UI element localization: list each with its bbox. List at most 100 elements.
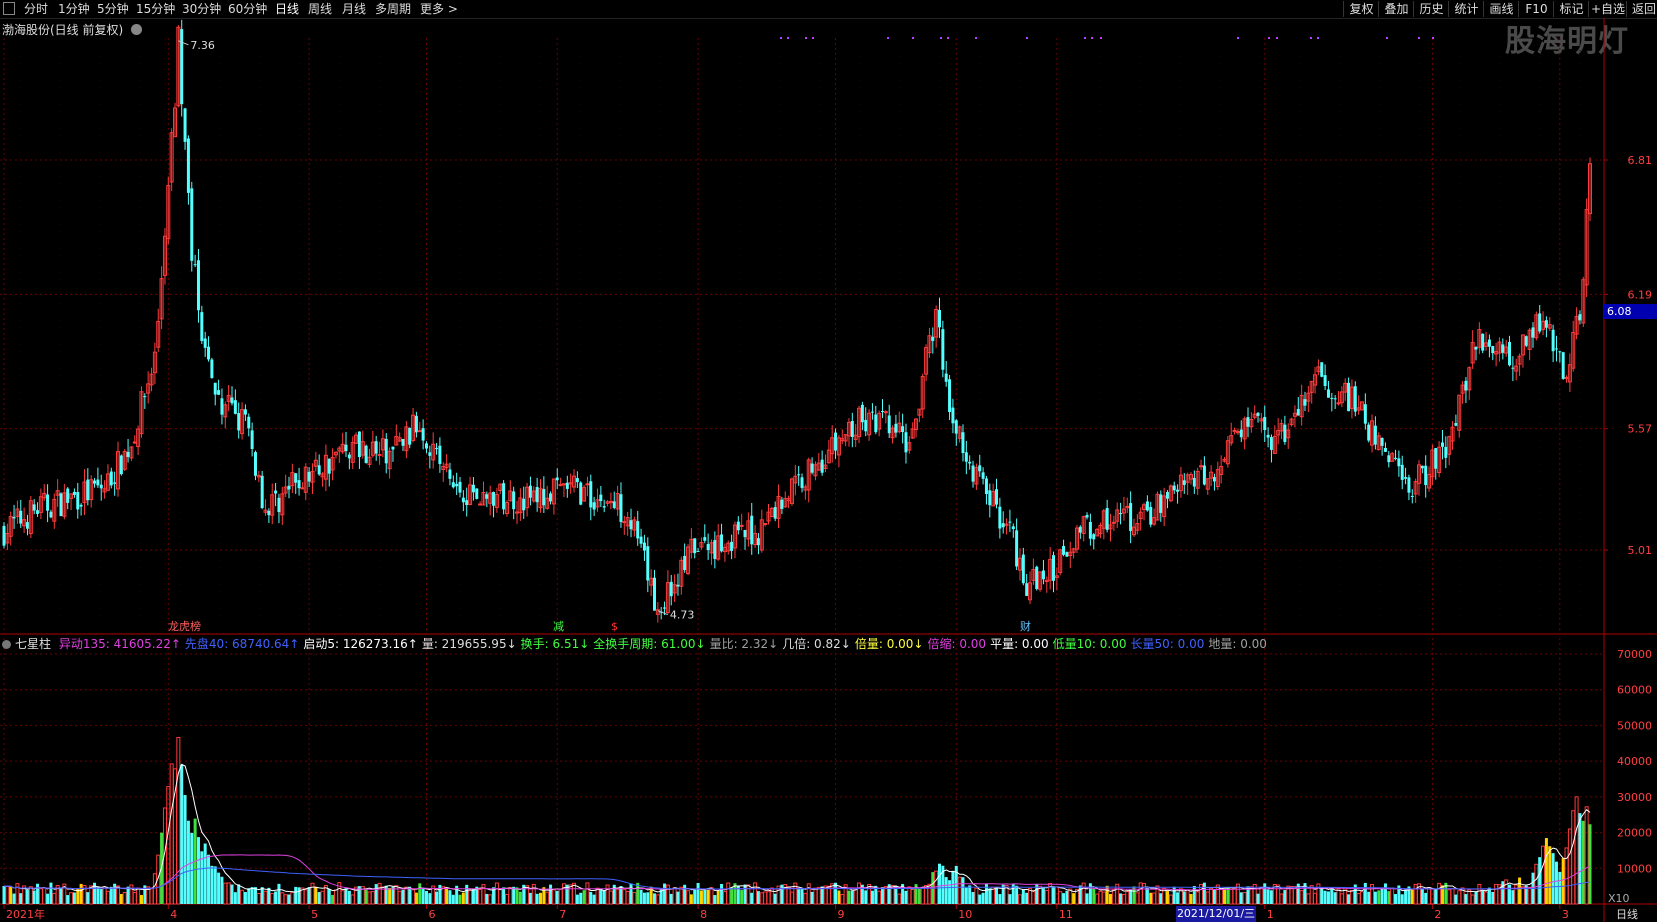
date-axis-label: 8 xyxy=(700,908,707,921)
volume-bar xyxy=(1359,891,1364,905)
volume-bar xyxy=(870,890,874,904)
volume-bar xyxy=(1410,889,1414,904)
volume-bar xyxy=(1192,886,1196,904)
volume-bar xyxy=(746,884,751,905)
candle-body-down xyxy=(642,542,646,551)
candle-body-down xyxy=(619,494,623,522)
volume-bar xyxy=(173,768,178,905)
volume-bar xyxy=(961,877,965,904)
volume-bar xyxy=(881,887,885,904)
candle-body-down xyxy=(964,452,968,462)
candle-body-down xyxy=(938,309,942,328)
indicator-header: 七星柱 异动135: 41605.22↑ 先盘40: 68740.64↑ 启动5: … xyxy=(0,636,1275,652)
volume-bar xyxy=(250,887,254,904)
volume-unit-label: X10 xyxy=(1608,892,1630,905)
candle-body-down xyxy=(1531,327,1535,338)
candlestick-chart[interactable]: 6.81 6.19 5.57 5.01 70000 60000 50000 40000 3000… xyxy=(0,0,1657,922)
candle-body-down xyxy=(1434,448,1438,469)
candle-body-down xyxy=(59,493,63,517)
volume-bar xyxy=(1242,892,1247,905)
volume-bar xyxy=(789,891,794,905)
candle-body-down xyxy=(1508,341,1512,366)
candle-body-down xyxy=(36,510,40,514)
candle-body-down xyxy=(414,415,418,433)
volume-bar xyxy=(1168,894,1173,905)
candle-body-down xyxy=(485,494,489,499)
indicator-toggle-icon[interactable] xyxy=(2,640,11,649)
candle-body-down xyxy=(327,458,331,474)
volume-bar xyxy=(716,891,720,904)
date-axis-label: 9 xyxy=(838,908,845,921)
volume-bar xyxy=(810,891,814,904)
volume-bar xyxy=(320,890,325,905)
volume-bar xyxy=(105,890,110,905)
volume-bar xyxy=(1239,892,1243,904)
candle-body-down xyxy=(180,29,184,105)
indicator-name[interactable]: 七星柱 xyxy=(15,637,51,651)
volume-bar xyxy=(404,886,409,905)
candle-body-down xyxy=(1052,555,1056,581)
volume-bar xyxy=(9,886,13,904)
candle-body-up xyxy=(1564,376,1569,379)
candle-body-down xyxy=(1182,480,1186,485)
volume-bar xyxy=(639,889,643,904)
event-marker-3: 财 xyxy=(1020,619,1031,633)
candle-body-down xyxy=(1440,442,1444,447)
volume-bar xyxy=(1068,888,1073,905)
candle-body-down xyxy=(1474,346,1478,350)
candle-body-down xyxy=(968,461,972,464)
candle-body-down xyxy=(12,516,16,519)
volume-bar xyxy=(468,890,473,905)
candle-body-down xyxy=(881,411,885,413)
candle-body-down xyxy=(887,415,891,434)
candle-body-down xyxy=(901,426,905,432)
volume-bar xyxy=(1447,889,1452,905)
date-axis-label: 11 xyxy=(1059,908,1073,921)
volume-bar xyxy=(1548,846,1552,904)
volume-bar xyxy=(995,887,999,904)
volume-bar xyxy=(122,892,127,905)
volume-bar xyxy=(703,889,707,904)
candle-body-down xyxy=(25,522,29,529)
candle-body-down xyxy=(1192,477,1196,487)
volume-bar xyxy=(314,887,318,904)
candle-body-down xyxy=(1373,425,1377,445)
volume-bar xyxy=(1544,838,1548,904)
candle-body-down xyxy=(96,479,100,486)
candle-body-down xyxy=(32,504,36,511)
candle-body-down xyxy=(1303,399,1307,406)
candle-body-down xyxy=(1062,546,1066,555)
volume-bar xyxy=(370,891,375,905)
volume-bar xyxy=(1554,861,1558,904)
volume-bar xyxy=(1491,891,1495,904)
volume-bar xyxy=(152,873,157,905)
period-label: 日线 xyxy=(1616,907,1638,921)
volume-bar xyxy=(561,883,566,905)
volume-bar xyxy=(1578,813,1582,904)
candle-body-down xyxy=(1424,465,1428,485)
candle-body-down xyxy=(981,472,985,479)
volume-bar xyxy=(904,890,908,904)
candle-body-down xyxy=(72,491,76,495)
date-axis-label: 3 xyxy=(1562,908,1569,921)
candle-body-up xyxy=(1199,465,1204,468)
candle-body-down xyxy=(66,488,70,503)
volume-bar xyxy=(1588,824,1592,904)
event-marker-0: 龙虎榜 xyxy=(168,619,201,633)
volume-bar xyxy=(1454,894,1458,904)
volume-bar xyxy=(1477,883,1482,905)
volume-bar xyxy=(52,892,57,905)
volume-bar xyxy=(2,885,6,904)
candle-body-down xyxy=(492,491,496,506)
candle-body-down xyxy=(1085,514,1089,518)
volume-bar xyxy=(1279,893,1284,905)
volume-bar xyxy=(1078,885,1082,904)
volume-bar xyxy=(183,795,187,904)
volume-bar xyxy=(1470,894,1475,905)
candle-body-down xyxy=(1092,534,1096,540)
volume-bar xyxy=(545,891,550,905)
volume-bar xyxy=(136,887,141,905)
volume-bar xyxy=(1121,893,1126,905)
volume-bar xyxy=(1387,891,1391,904)
candle-body-down xyxy=(1323,375,1327,386)
